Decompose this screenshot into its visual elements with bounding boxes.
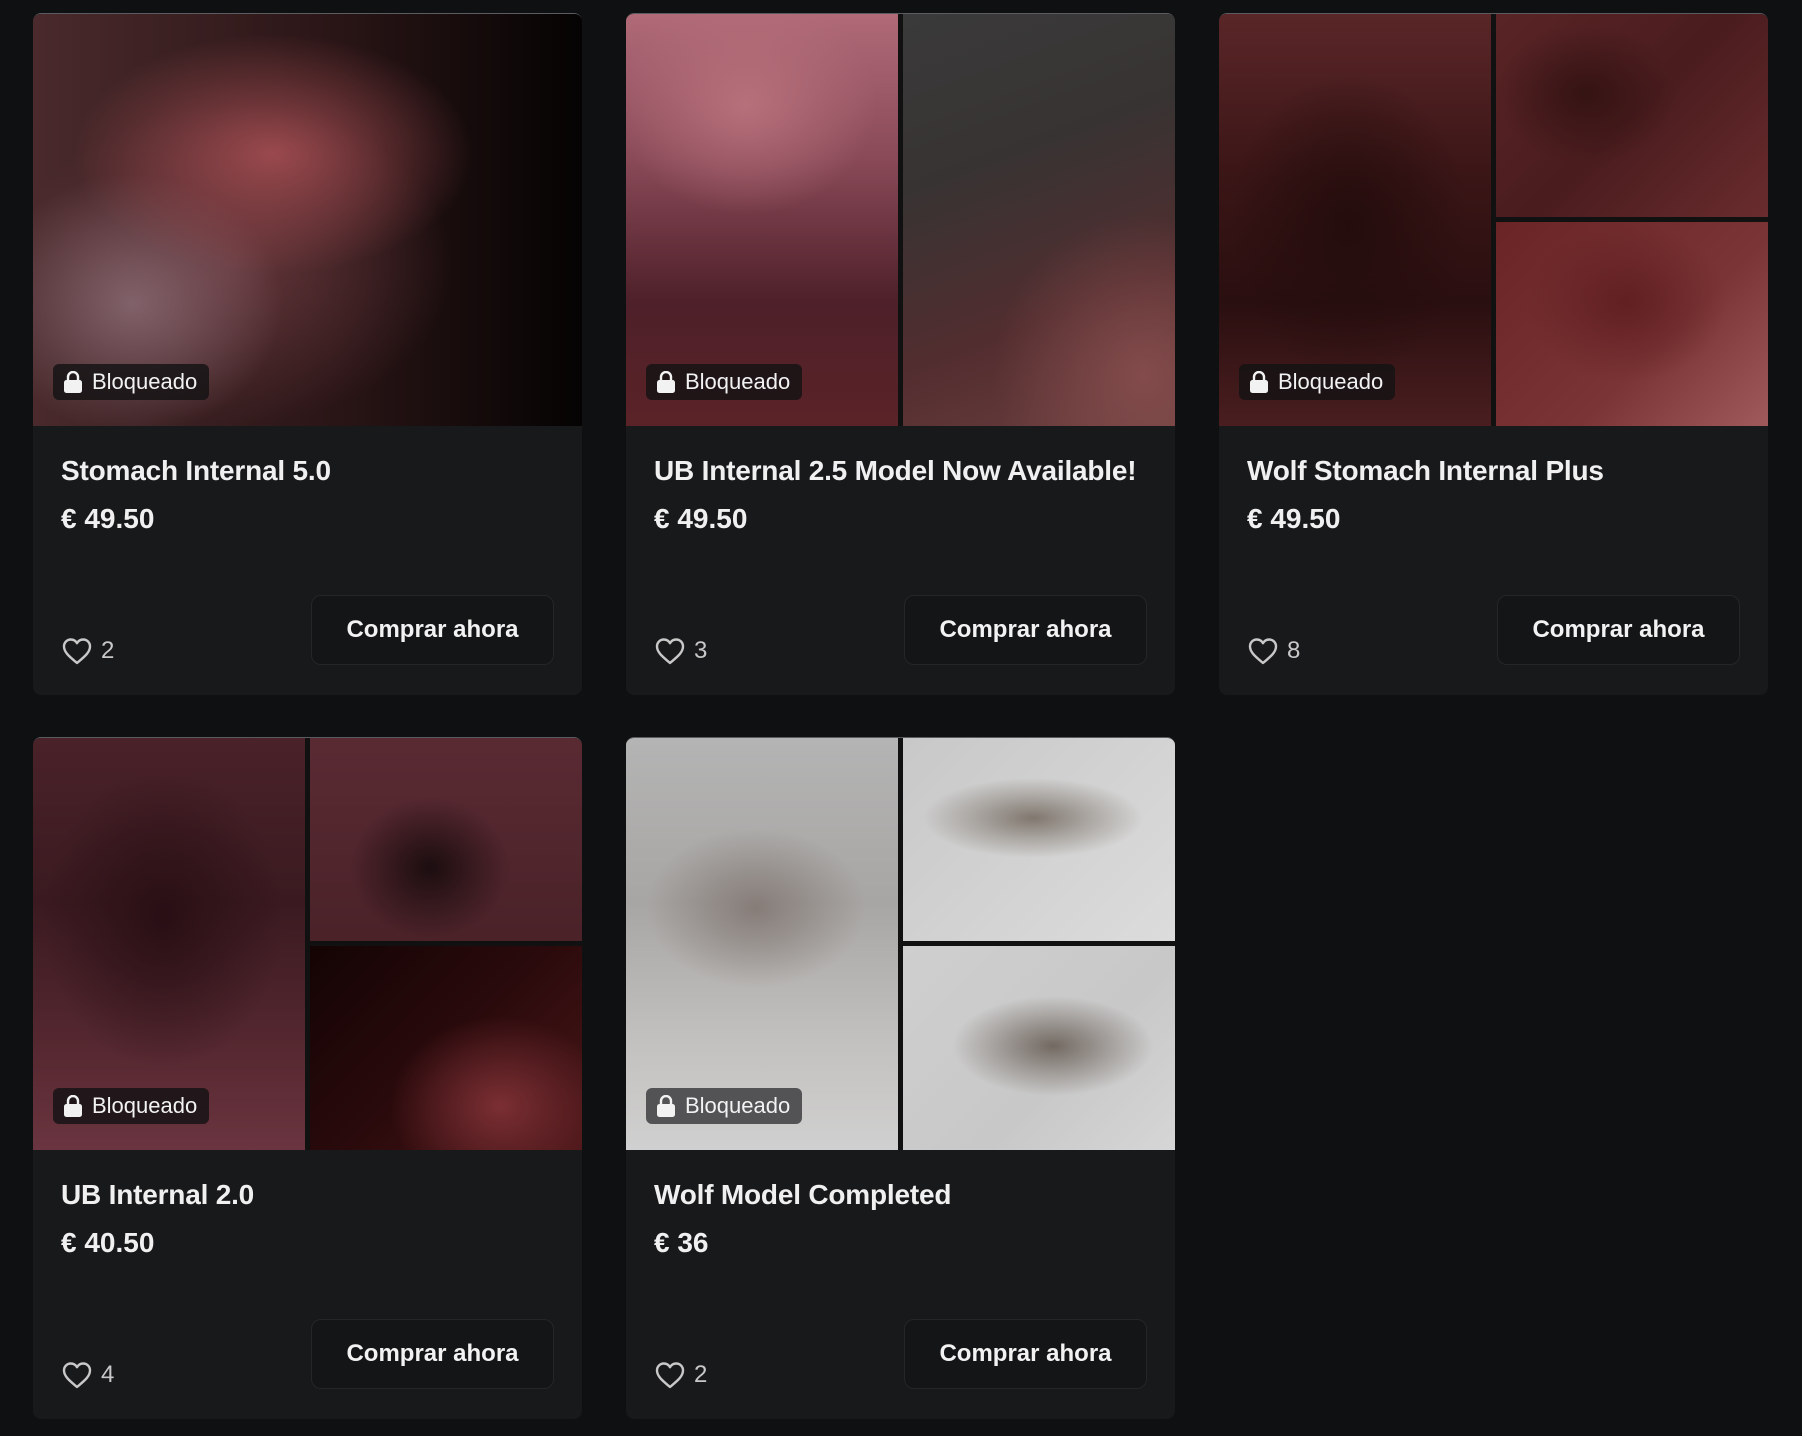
locked-badge: Bloqueado (53, 364, 210, 400)
heart-outline-icon (62, 1362, 92, 1389)
buy-now-button[interactable]: Comprar ahora (311, 1319, 554, 1389)
product-card[interactable]: Bloqueado Stomach Internal 5.0 € 49.50 2… (33, 13, 582, 695)
blurred-preview-tile (1496, 222, 1768, 426)
product-grid: Bloqueado Stomach Internal 5.0 € 49.50 2… (0, 0, 1802, 1436)
like-count: 2 (694, 1361, 708, 1388)
product-price: € 49.50 (654, 503, 748, 534)
locked-badge: Bloqueado (646, 1088, 803, 1124)
product-info: Stomach Internal 5.0 € 49.50 2 Comprar a… (33, 426, 582, 695)
like-count: 3 (694, 637, 708, 664)
blurred-preview-tile (903, 738, 1175, 941)
heart-outline-icon (62, 638, 92, 665)
product-title[interactable]: UB Internal 2.5 Model Now Available! (654, 455, 1137, 487)
product-info: UB Internal 2.0 € 40.50 4 Comprar ahora (33, 1150, 582, 1419)
product-card[interactable]: Bloqueado UB Internal 2.0 € 40.50 4 Comp… (33, 737, 582, 1419)
locked-label: Bloqueado (685, 369, 791, 394)
product-preview-image[interactable]: Bloqueado (626, 738, 1175, 1150)
product-title[interactable]: Wolf Model Completed (654, 1179, 951, 1211)
lock-icon (657, 1095, 675, 1117)
locked-label: Bloqueado (92, 1093, 198, 1118)
blurred-preview-tile (310, 738, 582, 941)
blurred-preview-tile (310, 946, 582, 1150)
heart-outline-icon (655, 638, 685, 665)
product-info: UB Internal 2.5 Model Now Available! € 4… (626, 426, 1175, 695)
locked-badge: Bloqueado (1239, 364, 1396, 400)
buy-now-button[interactable]: Comprar ahora (1497, 595, 1740, 665)
product-preview-image[interactable]: Bloqueado (33, 14, 582, 426)
product-price: € 36 (654, 1227, 709, 1258)
heart-outline-icon (1248, 638, 1278, 665)
locked-badge: Bloqueado (646, 364, 803, 400)
product-title[interactable]: UB Internal 2.0 (61, 1179, 254, 1211)
product-title[interactable]: Wolf Stomach Internal Plus (1247, 455, 1604, 487)
product-preview-image[interactable]: Bloqueado (33, 738, 582, 1150)
lock-icon (64, 371, 82, 393)
lock-icon (1250, 371, 1268, 393)
product-info: Wolf Model Completed € 36 2 Comprar ahor… (626, 1150, 1175, 1419)
like-button[interactable]: 2 (654, 1360, 707, 1390)
lock-icon (657, 371, 675, 393)
lock-icon (64, 1095, 82, 1117)
like-count: 2 (101, 637, 115, 664)
like-count: 8 (1287, 637, 1301, 664)
like-button[interactable]: 8 (1247, 636, 1300, 666)
blurred-preview-tile (903, 946, 1175, 1150)
locked-badge: Bloqueado (53, 1088, 210, 1124)
buy-now-button[interactable]: Comprar ahora (311, 595, 554, 665)
product-preview-image[interactable]: Bloqueado (1219, 14, 1768, 426)
locked-label: Bloqueado (92, 369, 198, 394)
product-card[interactable]: Bloqueado Wolf Model Completed € 36 2 Co… (626, 737, 1175, 1419)
like-button[interactable]: 3 (654, 636, 707, 666)
product-card[interactable]: Bloqueado UB Internal 2.5 Model Now Avai… (626, 13, 1175, 695)
product-price: € 40.50 (61, 1227, 155, 1258)
buy-now-button[interactable]: Comprar ahora (904, 1319, 1147, 1389)
like-button[interactable]: 2 (61, 636, 114, 666)
buy-now-button[interactable]: Comprar ahora (904, 595, 1147, 665)
locked-label: Bloqueado (685, 1093, 791, 1118)
product-info: Wolf Stomach Internal Plus € 49.50 8 Com… (1219, 426, 1768, 695)
product-title[interactable]: Stomach Internal 5.0 (61, 455, 331, 487)
product-price: € 49.50 (1247, 503, 1341, 534)
product-card[interactable]: Bloqueado Wolf Stomach Internal Plus € 4… (1219, 13, 1768, 695)
like-button[interactable]: 4 (61, 1360, 114, 1390)
heart-outline-icon (655, 1362, 685, 1389)
locked-label: Bloqueado (1278, 369, 1384, 394)
like-count: 4 (101, 1361, 115, 1388)
blurred-preview-tile (903, 14, 1175, 426)
product-preview-image[interactable]: Bloqueado (626, 14, 1175, 426)
product-price: € 49.50 (61, 503, 155, 534)
blurred-preview-tile (1496, 14, 1768, 217)
